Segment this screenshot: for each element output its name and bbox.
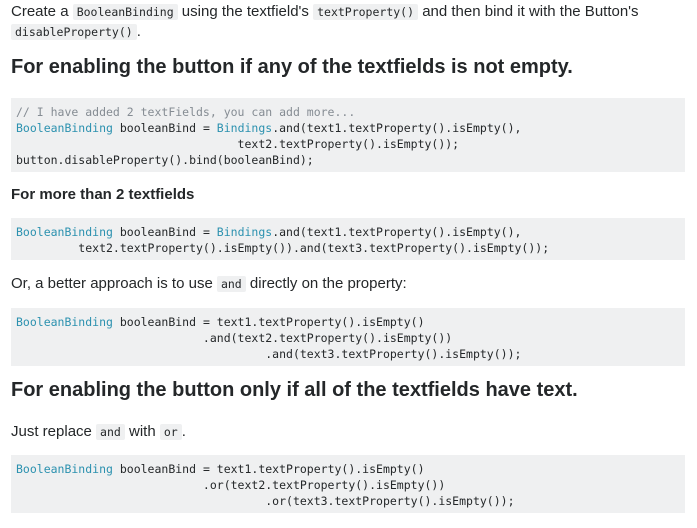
intro-text-2: using the textfield's <box>177 3 314 20</box>
code2-line1-a: booleanBind = <box>112 225 217 239</box>
inline-code-disableproperty: disableProperty() <box>11 24 137 40</box>
code3-line1: booleanBind = text1.textProperty().isEmp… <box>112 315 425 329</box>
replace-paragraph: Just replace and with or. <box>11 422 691 442</box>
inline-code-and: and <box>216 276 246 292</box>
code4-line2: .or(text2.textProperty().isEmpty()) <box>16 478 446 492</box>
para2-text-1: Or, a better approach is to use <box>11 275 217 292</box>
code1-line3: text2.textProperty().isEmpty()); <box>16 137 460 151</box>
intro-paragraph: Create a BooleanBinding using the textfi… <box>11 2 691 42</box>
code-block-and-chain: BooleanBinding booleanBind = text1.textP… <box>11 308 685 366</box>
inline-code-textproperty: textProperty() <box>313 4 419 20</box>
para2-text-2: directly on the property: <box>245 275 407 292</box>
heading-all-have-text: For enabling the button only if all of t… <box>11 379 578 401</box>
code4-type: BooleanBinding <box>16 462 113 476</box>
code4-line1: booleanBind = text1.textProperty().isEmp… <box>112 462 425 476</box>
code-block-two-fields: // I have added 2 textFields, you can ad… <box>11 98 685 172</box>
para3-text-2: with <box>124 423 160 440</box>
code1-line2-b: .and(text1.textProperty().isEmpty(), <box>272 121 522 135</box>
inline-code-or: or <box>159 424 182 440</box>
intro-text-4: . <box>136 23 141 40</box>
code4-line3: .or(text3.textProperty().isEmpty()); <box>16 494 515 508</box>
code1-line2-a: booleanBind = <box>112 121 217 135</box>
code1-type: BooleanBinding <box>16 121 113 135</box>
heading-any-not-empty: For enabling the button if any of the te… <box>11 56 573 78</box>
heading-more-than-two: For more than 2 textfields <box>11 186 195 203</box>
better-approach-paragraph: Or, a better approach is to use and dire… <box>11 274 691 294</box>
code-block-or-chain: BooleanBinding booleanBind = text1.textP… <box>11 455 685 513</box>
intro-text-1: Create a <box>11 3 73 20</box>
intro-text-3: and then bind it with the Button's <box>418 3 639 20</box>
code-block-three-fields: BooleanBinding booleanBind = Bindings.an… <box>11 218 685 260</box>
code1-line4: button.disableProperty().bind(booleanBin… <box>16 153 314 167</box>
code2-type: BooleanBinding <box>16 225 113 239</box>
code2-bindings: Bindings <box>216 225 273 239</box>
code3-type: BooleanBinding <box>16 315 113 329</box>
code1-comment: // I have added 2 textFields, you can ad… <box>16 105 356 119</box>
para3-text-1: Just replace <box>11 423 97 440</box>
code2-line1-b: .and(text1.textProperty().isEmpty(), <box>272 225 522 239</box>
code2-line2: text2.textProperty().isEmpty()).and(text… <box>16 241 550 255</box>
inline-code-and-2: and <box>96 424 125 440</box>
inline-code-booleanbinding: BooleanBinding <box>72 4 178 20</box>
code3-line2: .and(text2.textProperty().isEmpty()) <box>16 331 453 345</box>
code3-line3: .and(text3.textProperty().isEmpty()); <box>16 347 522 361</box>
para3-text-3: . <box>181 423 186 440</box>
code1-bindings: Bindings <box>216 121 273 135</box>
